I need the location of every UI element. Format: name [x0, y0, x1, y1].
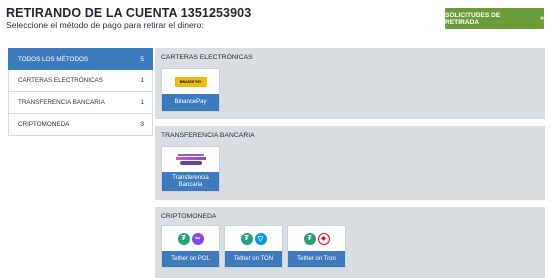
- page-subtitle: Seleccione el método de pago para retira…: [6, 20, 204, 30]
- crypto-section: CRIPTOMONEDA ₮ ∞ Tether on POL ₮ ▽ Tethe…: [155, 207, 545, 278]
- card-label: BinancePay: [162, 94, 219, 111]
- card-label: Tether on POL: [162, 251, 219, 267]
- section-title: CRIPTOMONEDA: [161, 213, 217, 220]
- bank-transfer-logo: [162, 147, 219, 172]
- payment-card-tether-ton[interactable]: ₮ ▽ Tether on TON: [224, 225, 283, 268]
- section-title: TRANSFERENCIA BANCARIA: [161, 132, 255, 139]
- page-title: RETIRANDO DE LA CUENTA 1351253903: [6, 6, 252, 20]
- tether-pol-logo: ₮ ∞: [162, 226, 219, 251]
- sidebar-item-count: 5: [140, 55, 144, 63]
- sidebar-item-label: TRANSFERENCIA BANCARIA: [18, 99, 105, 106]
- sidebar-item-count: 1: [140, 99, 144, 106]
- tron-icon: ◆: [317, 232, 330, 245]
- bank-transfer-section: TRANSFERENCIA BANCARIA Transferencia Ban…: [155, 126, 545, 200]
- payment-card-tether-tron[interactable]: ₮ ◆ Tether on Tron: [287, 225, 346, 268]
- sidebar-item-count: 1: [140, 77, 144, 84]
- binance-logo-mark: BINANCE PAY: [174, 76, 207, 87]
- binancepay-logo: BINANCE PAY: [162, 69, 219, 94]
- tether-ton-logo: ₮ ▽: [225, 226, 282, 251]
- payment-card-bank-transfer[interactable]: Transferencia Bancaria: [161, 146, 220, 192]
- sidebar-item-ewallets[interactable]: CARTERAS ELECTRÓNICAS 1: [8, 70, 153, 92]
- tether-tron-logo: ₮ ◆: [288, 226, 345, 251]
- withdrawal-requests-label: SOLICITUDES DE RETIRADA: [445, 11, 501, 26]
- sidebar-item-all-methods[interactable]: TODOS LOS MÉTODOS 5: [8, 48, 153, 70]
- polygon-icon: ∞: [191, 232, 204, 245]
- card-label: Tether on TON: [225, 251, 282, 267]
- section-title: CARTERAS ELECTRÓNICAS: [161, 54, 253, 61]
- withdrawal-requests-button[interactable]: SOLICITUDES DE RETIRADA »: [445, 8, 544, 29]
- ewallets-section: CARTERAS ELECTRÓNICAS BINANCE PAY Binanc…: [155, 48, 545, 119]
- sidebar-item-count: 3: [140, 121, 144, 128]
- card-label: Tether on Tron: [288, 251, 345, 267]
- sidebar-item-bank-transfer[interactable]: TRANSFERENCIA BANCARIA 1: [8, 92, 153, 114]
- sidebar-item-crypto[interactable]: CRIPTOMONEDA 3: [8, 114, 153, 136]
- tether-icon: ₮: [303, 232, 316, 245]
- bank-logo-mark: [172, 151, 210, 169]
- sidebar-item-label: CARTERAS ELECTRÓNICAS: [18, 77, 103, 84]
- tether-icon: ₮: [240, 232, 253, 245]
- tether-icon: ₮: [177, 232, 190, 245]
- card-label: Transferencia Bancaria: [162, 172, 219, 191]
- chevron-down-double-icon: »: [540, 15, 544, 22]
- payment-card-binancepay[interactable]: BINANCE PAY BinancePay: [161, 68, 220, 112]
- payment-card-tether-pol[interactable]: ₮ ∞ Tether on POL: [161, 225, 220, 268]
- sidebar-item-label: TODOS LOS MÉTODOS: [18, 55, 89, 63]
- ton-icon: ▽: [254, 232, 267, 245]
- payment-method-sidebar: TODOS LOS MÉTODOS 5 CARTERAS ELECTRÓNICA…: [8, 48, 153, 136]
- sidebar-item-label: CRIPTOMONEDA: [18, 121, 70, 128]
